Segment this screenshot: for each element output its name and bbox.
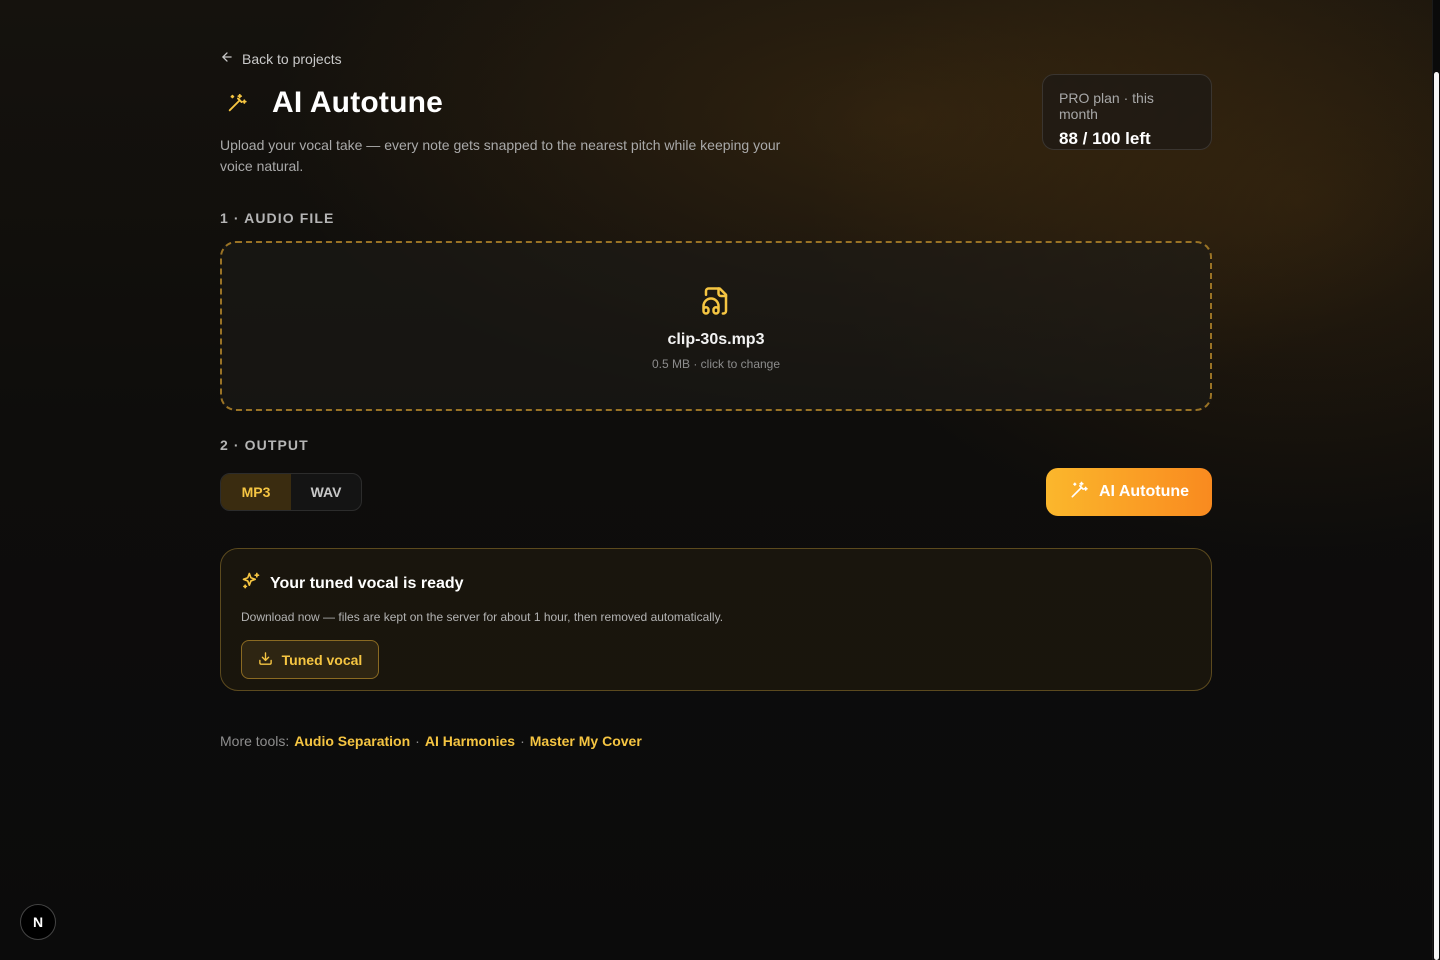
output-section-label: 2 · OUTPUT (220, 437, 309, 453)
more-tools-label: More tools: (220, 733, 290, 749)
magic-wand-icon (220, 86, 254, 120)
download-button-label: Tuned vocal (281, 651, 363, 668)
file-name: clip-30s.mp3 (667, 330, 765, 348)
page-subtitle: Upload your vocal take — every note gets… (220, 137, 781, 174)
audio-dropzone[interactable]: clip-30s.mp3 0.5 MB · click to change (220, 241, 1212, 411)
result-card: Your tuned vocal is ready Download now —… (220, 548, 1212, 691)
page-header: AI Autotune (220, 86, 443, 120)
dev-tools-badge[interactable]: N (20, 904, 56, 940)
magic-wand-icon (1069, 480, 1089, 505)
result-header: Your tuned vocal is ready (241, 571, 1191, 596)
plan-usage-card: PRO plan · this month 88 / 100 left (1042, 74, 1212, 150)
back-to-projects-link[interactable]: Back to projects (220, 50, 342, 67)
format-option-mp3[interactable]: MP3 (221, 474, 291, 510)
output-format-toggle: MP3 WAV (220, 473, 362, 511)
page-scrollbar[interactable] (1432, 0, 1440, 960)
result-title: Your tuned vocal is ready (270, 574, 464, 592)
file-meta: 0.5 MB · click to change (651, 356, 781, 371)
arrow-left-icon (220, 50, 234, 67)
download-icon (258, 651, 273, 669)
tool-link-master-my-cover[interactable]: Master My Cover (530, 733, 642, 749)
more-tools: More tools: Audio Separation · AI Harmon… (220, 733, 642, 749)
separator-dot: · (520, 733, 525, 749)
file-audio-icon (701, 282, 731, 321)
audio-file-section-label: 1 · AUDIO FILE (220, 210, 335, 226)
separator-dot: · (415, 733, 420, 749)
tool-link-audio-separation[interactable]: Audio Separation (294, 733, 410, 749)
result-description: Download now — files are kept on the ser… (241, 610, 724, 624)
plan-remaining: 88 / 100 left (1059, 129, 1151, 148)
run-button-label: AI Autotune (1098, 483, 1190, 500)
plan-label: PRO plan · this month (1059, 90, 1154, 122)
format-option-wav[interactable]: WAV (291, 474, 361, 510)
run-autotune-button[interactable]: AI Autotune (1046, 468, 1212, 516)
sparkles-icon (241, 571, 261, 596)
tool-link-ai-harmonies[interactable]: AI Harmonies (425, 733, 515, 749)
scrollbar-thumb[interactable] (1434, 72, 1439, 960)
back-link-label: Back to projects (242, 50, 342, 67)
page-title: AI Autotune (272, 86, 444, 119)
download-tuned-vocal-button[interactable]: Tuned vocal (241, 640, 379, 679)
